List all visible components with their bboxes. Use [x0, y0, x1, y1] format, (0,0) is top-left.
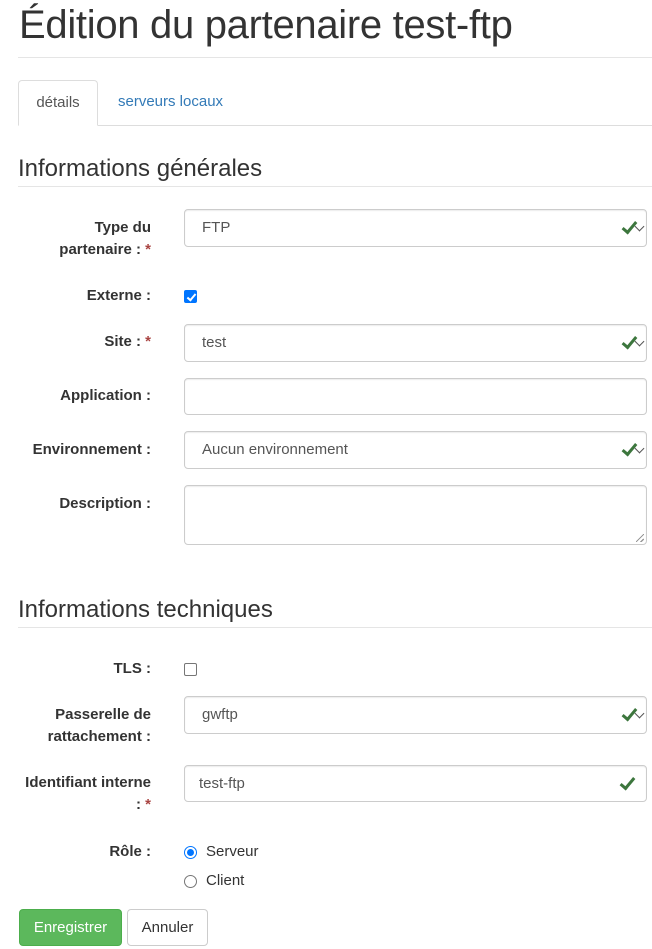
- site-label: Site : *: [104, 333, 151, 350]
- section-general-heading: Informations générales: [18, 155, 263, 182]
- check-icon: [619, 439, 636, 456]
- passerelle-select[interactable]: gwftp: [184, 696, 647, 734]
- description-textarea[interactable]: [184, 485, 647, 545]
- role-option-client-label[interactable]: Client: [206, 871, 244, 891]
- check-icon: [619, 704, 636, 721]
- chevron-down-icon: [634, 336, 645, 347]
- tab-serveurs-locaux[interactable]: serveurs locaux: [118, 80, 223, 125]
- role-radio-client[interactable]: [184, 875, 197, 888]
- chevron-down-icon: [634, 221, 645, 232]
- check-icon: [617, 773, 634, 790]
- identifiant-input-value: test-ftp: [199, 775, 245, 792]
- passerelle-label: Passerelle de rattachement :: [47, 706, 151, 745]
- required-marker: *: [145, 333, 151, 350]
- check-icon: [619, 332, 636, 349]
- application-input[interactable]: [184, 378, 647, 415]
- tls-checkbox[interactable]: [184, 663, 197, 676]
- section-general-divider: [18, 186, 652, 187]
- passerelle-select-value: gwftp: [202, 706, 238, 723]
- section-technical-divider: [18, 627, 652, 628]
- tls-label: TLS :: [113, 660, 152, 677]
- required-marker: *: [145, 241, 151, 258]
- environnement-select[interactable]: Aucun environnement: [184, 431, 647, 469]
- save-button[interactable]: Enregistrer: [19, 909, 122, 946]
- role-radio-serveur[interactable]: [184, 846, 197, 859]
- title-divider: [18, 57, 652, 58]
- application-label: Application :: [60, 387, 151, 404]
- type-select[interactable]: FTP: [184, 209, 647, 247]
- identifiant-input[interactable]: test-ftp: [184, 765, 647, 802]
- section-technical-heading: Informations techniques: [18, 596, 273, 623]
- tab-bar: détails serveurs locaux: [18, 80, 652, 126]
- identifiant-label: Identifiant interne : *: [25, 774, 151, 813]
- externe-label: Externe :: [86, 287, 151, 304]
- resize-handle-icon[interactable]: [636, 534, 644, 542]
- type-label: Type du partenaire : *: [59, 219, 151, 258]
- role-label: Rôle :: [109, 843, 151, 860]
- chevron-down-icon: [634, 443, 645, 454]
- environnement-label: Environnement :: [32, 441, 151, 458]
- type-select-value: FTP: [202, 219, 231, 236]
- description-label: Description :: [59, 495, 151, 512]
- tab-details[interactable]: détails: [18, 80, 98, 126]
- environnement-select-value: Aucun environnement: [202, 441, 348, 458]
- chevron-down-icon: [634, 708, 645, 719]
- site-select-value: test: [202, 334, 227, 351]
- required-marker: *: [145, 796, 151, 813]
- externe-checkbox[interactable]: [184, 290, 197, 303]
- page-title: Édition du partenaire test-ftp: [19, 3, 513, 47]
- role-option-serveur-label[interactable]: Serveur: [206, 842, 259, 862]
- check-icon: [619, 217, 636, 234]
- site-select[interactable]: test: [184, 324, 647, 362]
- cancel-button[interactable]: Annuler: [127, 909, 208, 946]
